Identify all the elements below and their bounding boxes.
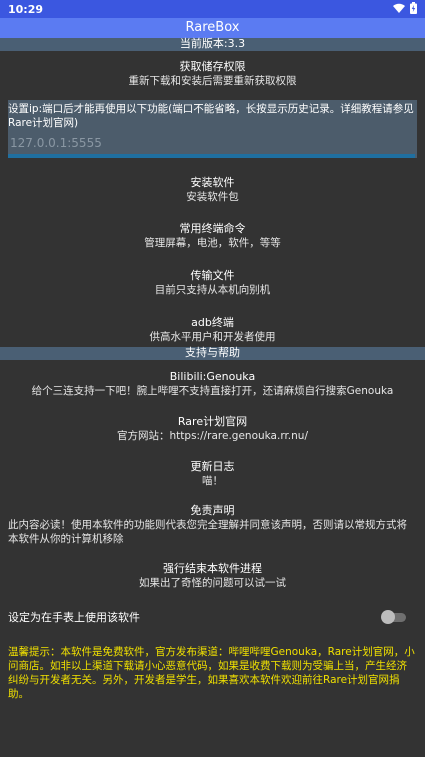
force-stop-sub: 如果出了奇怪的问题可以试一试 (139, 577, 286, 589)
wifi-icon (393, 3, 405, 16)
bilibili-link[interactable]: Bilibili:Genouka 给个三连支持一下吧！腕上哔哩不支持直接打开，还… (0, 370, 425, 398)
transfer-files-button[interactable]: 传输文件 目前只支持从本机向别机 (0, 269, 425, 297)
adb-terminal-button[interactable]: adb终端 供高水平用户和开发者使用 (0, 316, 425, 344)
transfer-files-sub: 目前只支持从本机向别机 (154, 284, 271, 296)
bilibili-title: Bilibili:Genouka (169, 370, 256, 383)
bilibili-sub: 给个三连支持一下吧！腕上哔哩不支持直接打开，还请麻烦自行搜索Genouka (31, 385, 394, 397)
transfer-files-title: 传输文件 (190, 269, 235, 282)
changelog-title: 更新日志 (190, 460, 235, 473)
install-software-sub: 安装软件包 (186, 191, 239, 203)
version-text: 当前版本:3.3 (179, 37, 246, 50)
status-time: 10:29 (8, 2, 44, 16)
terminal-commands-sub: 管理屏幕，电池，软件，等等 (144, 237, 281, 249)
terminal-commands-title: 常用终端命令 (179, 222, 246, 235)
install-software-title: 安装软件 (190, 176, 235, 189)
storage-permission-sub: 重新下载和安装后需要重新获取权限 (128, 75, 297, 87)
install-software-button[interactable]: 安装软件 安装软件包 (0, 176, 425, 204)
support-bar-text: 支持与帮助 (185, 346, 240, 359)
disclaimer-sub: 此内容必读！使用本软件的功能则代表您完全理解并同意该声明，否则请以常规方式将本软… (8, 519, 407, 545)
ip-label: 设置ip:端口后才能再使用以下功能(端口不能省略，长按显示历史记录。详细教程请参… (8, 103, 414, 129)
watch-mode-row: 设定为在手表上使用该软件 (0, 609, 425, 625)
ip-settings-box: 设置ip:端口后才能再使用以下功能(端口不能省略，长按显示历史记录。详细教程请参… (8, 100, 417, 158)
storage-permission-button[interactable]: 获取储存权限 重新下载和安装后需要重新获取权限 (0, 60, 425, 88)
battery-charging-icon (410, 1, 417, 17)
watch-mode-switch[interactable] (381, 610, 407, 624)
support-bar: 支持与帮助 (0, 347, 425, 360)
official-site-sub: 官方网站：https://rare.genouka.rr.nu/ (117, 430, 308, 442)
changelog-sub: 喵！ (202, 475, 223, 487)
force-stop-title: 强行结束本软件进程 (163, 562, 262, 575)
watch-mode-label: 设定为在手表上使用该软件 (8, 611, 140, 624)
version-bar: 当前版本:3.3 (0, 38, 425, 51)
disclaimer-title: 免责声明 (190, 504, 235, 517)
notice-text: 温馨提示：本软件是免费软件，官方发布渠道：哔哩哔哩Genouka，Rare计划官… (8, 646, 415, 700)
ip-port-input[interactable] (8, 130, 415, 158)
official-site-link[interactable]: Rare计划官网 官方网站：https://rare.genouka.rr.nu… (0, 415, 425, 443)
status-bar: 10:29 (0, 0, 425, 18)
disclaimer-button[interactable]: 免责声明 此内容必读！使用本软件的功能则代表您完全理解并同意该声明，否则请以常规… (0, 504, 425, 546)
force-stop-button[interactable]: 强行结束本软件进程 如果出了奇怪的问题可以试一试 (0, 562, 425, 590)
switch-thumb (381, 610, 395, 624)
app-title-bar: RareBox (0, 18, 425, 38)
status-icons (393, 1, 417, 17)
adb-terminal-title: adb终端 (191, 316, 234, 329)
terminal-commands-button[interactable]: 常用终端命令 管理屏幕，电池，软件，等等 (0, 222, 425, 250)
official-site-title: Rare计划官网 (177, 415, 248, 428)
app-title: RareBox (185, 20, 240, 35)
adb-terminal-sub: 供高水平用户和开发者使用 (149, 331, 276, 343)
changelog-button[interactable]: 更新日志 喵！ (0, 460, 425, 488)
storage-permission-title: 获取储存权限 (179, 60, 246, 73)
